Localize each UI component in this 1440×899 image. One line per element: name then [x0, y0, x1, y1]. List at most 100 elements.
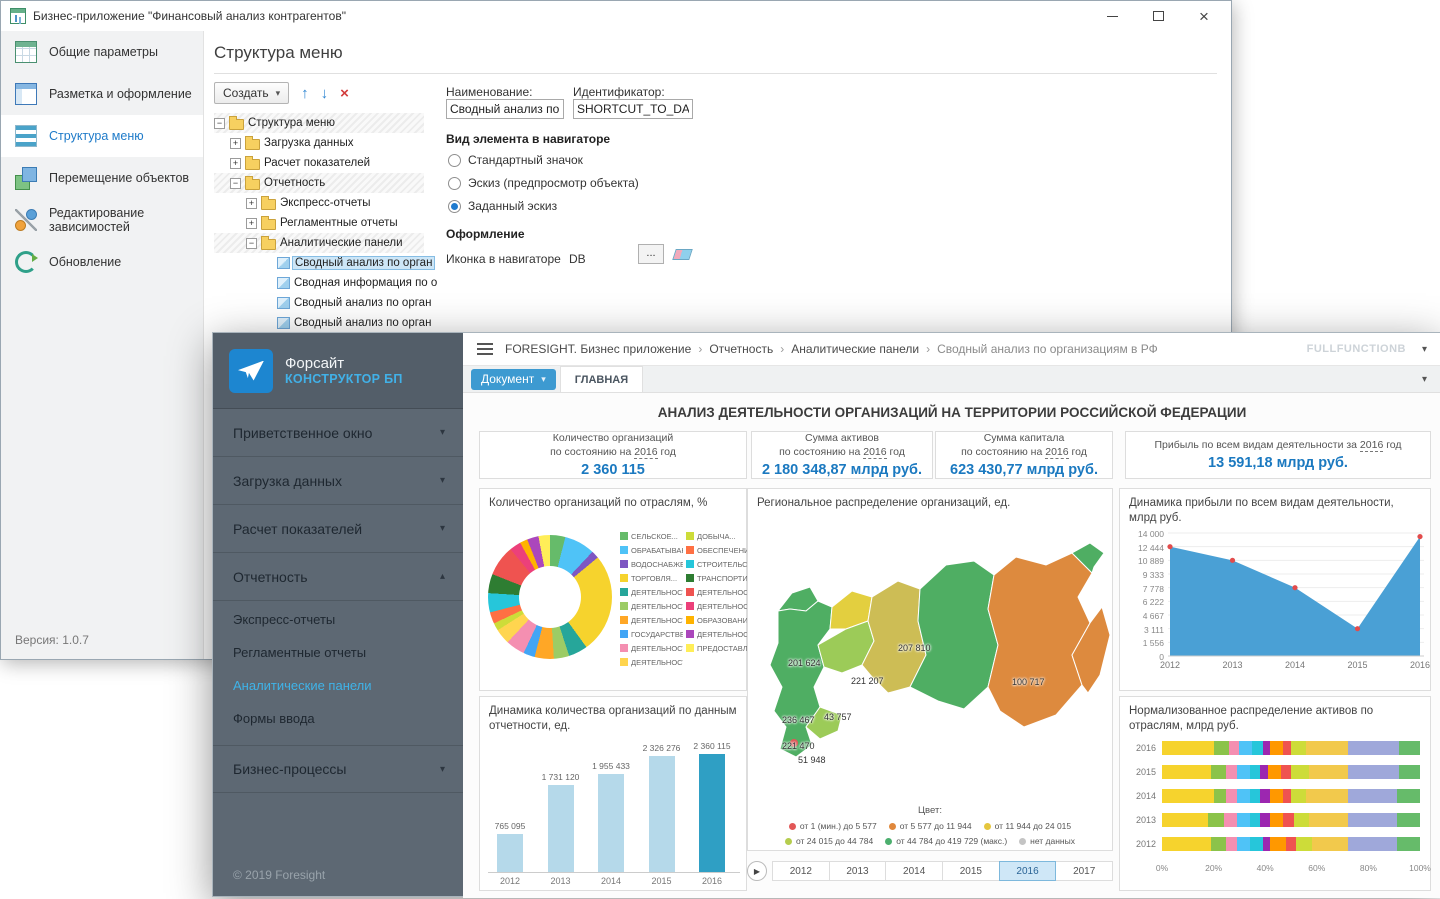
kpi-year-link[interactable]: 2016 — [1360, 439, 1383, 452]
data-point-2012[interactable] — [1167, 544, 1172, 549]
kpi-year-link[interactable]: 2016 — [634, 446, 657, 459]
nav-subitem-express-reports[interactable]: Экспресс-отчеты — [213, 603, 463, 636]
radio-thumbnail[interactable]: Эскиз (предпросмотр объекта) — [448, 176, 639, 190]
donut-legend-item[interactable]: ДОБЫЧА... — [686, 529, 750, 543]
maximize-button[interactable] — [1135, 1, 1181, 31]
timeline-year[interactable]: 2017 — [1055, 861, 1113, 881]
timeline-year-active[interactable]: 2016 — [999, 861, 1057, 881]
move-up-button[interactable]: ↑ — [301, 85, 309, 102]
breadcrumb-item[interactable]: FORESIGHT. Бизнес приложение — [505, 342, 691, 356]
tree-leaf[interactable]: Сводная информация по о — [214, 273, 424, 293]
stacked-bar-2015[interactable] — [1162, 765, 1420, 779]
stacked-bar-2014[interactable] — [1162, 789, 1420, 803]
tree-node-reporting[interactable]: − Отчетность — [214, 173, 424, 193]
data-point-2016[interactable] — [1417, 534, 1422, 539]
nav-item-indicators[interactable]: Расчет показателей ▾ — [213, 505, 463, 553]
identifier-input[interactable] — [573, 99, 693, 119]
data-point-2013[interactable] — [1230, 558, 1235, 563]
region-far-east[interactable] — [988, 553, 1092, 727]
expand-icon[interactable]: + — [230, 158, 241, 169]
region-central-siberia[interactable] — [910, 561, 998, 709]
move-down-button[interactable]: ↓ — [321, 85, 329, 102]
donut-legend-item[interactable]: СТРОИТЕЛЬС... — [686, 557, 750, 571]
play-button[interactable]: ▶ — [747, 861, 767, 881]
donut-legend-item[interactable]: ДЕЯТЕЛЬНОСТЬ... — [620, 641, 684, 655]
donut-legend-item[interactable]: ДЕЯТЕЛЬНОСТЬ... — [620, 655, 684, 669]
bar-2012[interactable] — [497, 834, 523, 872]
sidebar-item-dependencies[interactable]: Редактирование зависимостей — [1, 199, 203, 241]
tree-leaf-selected[interactable]: Сводный анализ по орган — [214, 253, 424, 273]
donut-legend-item[interactable]: ПРЕДОСТАВЛЕ... — [686, 641, 750, 655]
bar-2015[interactable] — [649, 756, 675, 872]
sidebar-item-menu-structure[interactable]: Структура меню — [1, 115, 203, 157]
collapse-icon[interactable]: − — [230, 178, 241, 189]
titlebar[interactable]: Бизнес-приложение "Финансовый анализ кон… — [1, 1, 1231, 31]
nav-subitem-reglament-reports[interactable]: Регламентные отчеты — [213, 636, 463, 669]
sidebar-item-layout[interactable]: Разметка и оформление — [1, 73, 203, 115]
data-point-2015[interactable] — [1355, 626, 1360, 631]
sidebar-item-update[interactable]: Обновление — [1, 241, 203, 283]
data-point-2014[interactable] — [1292, 585, 1297, 590]
nav-subitem-analytic-panels[interactable]: Аналитические панели — [213, 669, 463, 702]
delete-button[interactable]: × — [340, 85, 349, 102]
sidebar-item-general-params[interactable]: Общие параметры — [1, 31, 203, 73]
timeline-year[interactable]: 2013 — [829, 861, 887, 881]
tree-node-express-reports[interactable]: + Экспресс-отчеты — [214, 193, 424, 213]
radio-custom-thumbnail[interactable]: Заданный эскиз — [448, 199, 557, 213]
tree-node-root[interactable]: − Структура меню — [214, 113, 424, 133]
browse-button[interactable]: ... — [638, 244, 664, 264]
expand-icon[interactable]: + — [246, 198, 257, 209]
user-menu-caret-icon[interactable]: ▾ — [1422, 344, 1427, 355]
hamburger-menu-icon[interactable] — [477, 340, 493, 358]
close-button[interactable]: × — [1181, 1, 1227, 31]
user-login-label[interactable]: FULLFUNCTIONB — [1307, 343, 1406, 355]
collapse-icon[interactable]: − — [246, 238, 257, 249]
nav-item-business-processes[interactable]: Бизнес-процессы ▾ — [213, 745, 463, 793]
donut-legend-item[interactable]: ТОРГОВЛЯ... — [620, 571, 684, 585]
tree-leaf[interactable]: Сводный анализ по орган — [214, 293, 424, 313]
sidebar-item-move-objects[interactable]: Перемещение объектов — [1, 157, 203, 199]
donut-legend-item[interactable]: ОБРАЗОВАНИЕ... — [686, 613, 750, 627]
industries-donut[interactable] — [488, 535, 612, 659]
profit-area-shape[interactable] — [1170, 537, 1420, 656]
stacked-bar-2013[interactable] — [1162, 813, 1420, 827]
donut-legend-item[interactable]: ДЕЯТЕЛЬНОСТЬ... — [620, 585, 684, 599]
name-input[interactable] — [446, 99, 564, 119]
donut-legend-item[interactable]: ДЕЯТЕЛЬНОСТЬ... — [686, 599, 750, 613]
nav-item-reporting[interactable]: Отчетность ▴ — [213, 553, 463, 601]
donut-legend-item[interactable]: ГОСУДАРСТВЕН... — [620, 627, 684, 641]
tab-main[interactable]: ГЛАВНАЯ — [560, 366, 643, 392]
clear-icon-eraser-icon[interactable] — [672, 249, 693, 260]
donut-legend-item[interactable]: ДЕЯТЕЛЬНОСТЬ... — [620, 613, 684, 627]
stacked-bar-2012[interactable] — [1162, 837, 1420, 851]
expand-icon[interactable]: + — [246, 218, 257, 229]
timeline-year[interactable]: 2015 — [942, 861, 1000, 881]
tree-node-analytic-panels[interactable]: − Аналитические панели — [214, 233, 424, 253]
tree-node-indicators[interactable]: + Расчет показателей — [214, 153, 424, 173]
donut-legend-item[interactable]: ВОДОСНАБЖЕН... — [620, 557, 684, 571]
minimize-button[interactable] — [1089, 1, 1135, 31]
stacked-bar-2016[interactable] — [1162, 741, 1420, 755]
timeline-year[interactable]: 2012 — [772, 861, 830, 881]
create-button[interactable]: Создать ▾ — [214, 82, 289, 104]
breadcrumb-item[interactable]: Аналитические панели — [791, 342, 919, 356]
bar-2016[interactable] — [699, 754, 725, 872]
kpi-year-link[interactable]: 2016 — [863, 446, 886, 459]
bar-2014[interactable] — [598, 774, 624, 872]
donut-legend-item[interactable]: СЕЛЬСКОЕ... — [620, 529, 684, 543]
donut-legend-item[interactable]: ДЕЯТЕЛЬНОСТЬ... — [620, 599, 684, 613]
tree-node-data-load[interactable]: + Загрузка данных — [214, 133, 424, 153]
nav-item-data-load[interactable]: Загрузка данных ▾ — [213, 457, 463, 505]
donut-legend-item[interactable]: ОБЕСПЕЧЕНИ... — [686, 543, 750, 557]
tree-node-reglament-reports[interactable]: + Регламентные отчеты — [214, 213, 424, 233]
document-menu-button[interactable]: Документ ▾ — [471, 369, 556, 390]
radio-standard-icon[interactable]: Стандартный значок — [448, 153, 583, 167]
donut-legend-item[interactable]: ТРАНСПОРТИ... — [686, 571, 750, 585]
expand-icon[interactable]: + — [230, 138, 241, 149]
breadcrumb-item[interactable]: Отчетность — [709, 342, 773, 356]
nav-item-welcome[interactable]: Приветственное окно ▾ — [213, 409, 463, 457]
donut-legend-item[interactable]: ДЕЯТЕЛЬНОСТЬ... — [686, 627, 750, 641]
donut-legend-item[interactable]: ОБРАБАТЫВАЮ... — [620, 543, 684, 557]
collapse-icon[interactable]: − — [214, 118, 225, 129]
timeline-year[interactable]: 2014 — [885, 861, 943, 881]
